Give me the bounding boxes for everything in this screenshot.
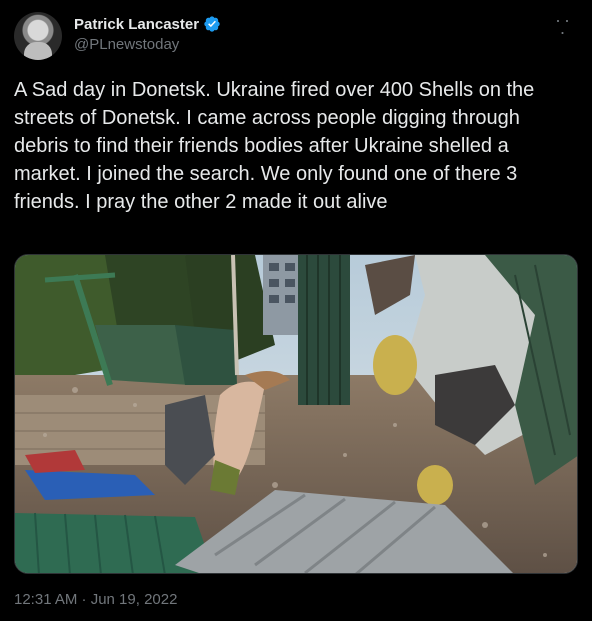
tweet: Patrick Lancaster @PLnewstoday · · · A S… bbox=[0, 0, 592, 621]
tweet-photo[interactable] bbox=[14, 254, 578, 574]
tweet-text: A Sad day in Donetsk. Ukraine fired over… bbox=[14, 79, 540, 213]
author-handle[interactable]: @PLnewstoday bbox=[74, 36, 179, 53]
author-name-row: Patrick Lancaster bbox=[74, 15, 221, 33]
tweet-timestamp[interactable]: 12:31 AM · Jun 19, 2022 bbox=[14, 591, 177, 608]
author-display-name[interactable]: Patrick Lancaster bbox=[74, 16, 199, 33]
author-avatar[interactable] bbox=[14, 12, 62, 60]
verified-badge-icon bbox=[203, 15, 221, 33]
more-options-icon[interactable]: · · · bbox=[552, 11, 572, 41]
